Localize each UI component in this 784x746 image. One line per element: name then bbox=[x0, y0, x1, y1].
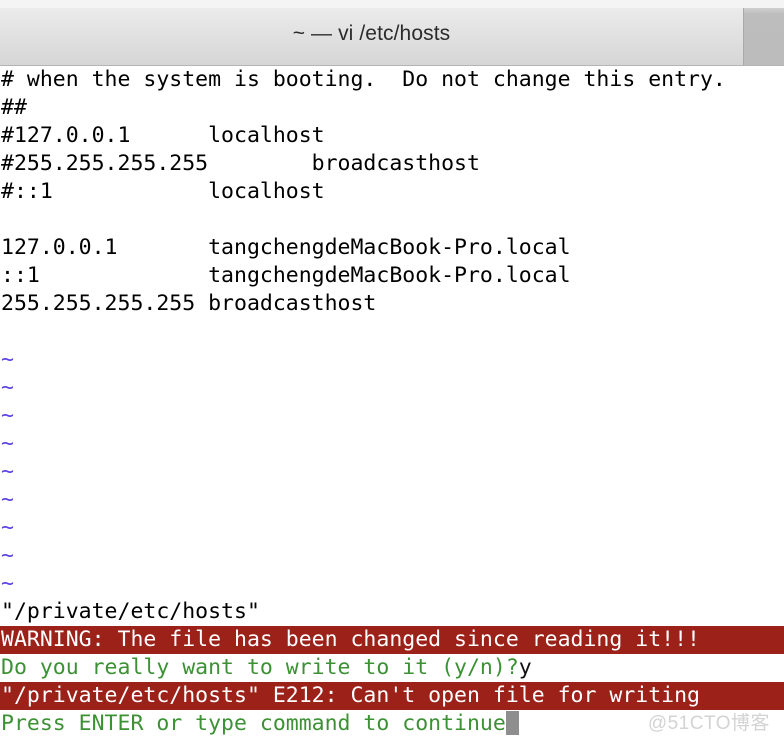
empty-line-marker: ~ bbox=[1, 487, 14, 512]
text-line: 127.0.0.1 tangchengdeMacBook-Pro.local bbox=[1, 235, 571, 260]
text-line: ::1 tangchengdeMacBook-Pro.local bbox=[1, 263, 571, 288]
text-line: # when the system is booting. Do not cha… bbox=[1, 67, 726, 92]
window-titlebar[interactable]: ~ — vi /etc/hosts bbox=[0, 0, 784, 66]
error-message: "/private/etc/hosts" E212: Can't open fi… bbox=[0, 682, 784, 710]
status-filename-line: "/private/etc/hosts" bbox=[1, 599, 260, 624]
empty-line-marker: ~ bbox=[1, 571, 14, 596]
empty-line-marker: ~ bbox=[1, 431, 14, 456]
warning-message: WARNING: The file has been changed since… bbox=[0, 626, 784, 654]
text-line: ## bbox=[1, 95, 27, 120]
text-cursor bbox=[505, 711, 519, 735]
text-line: #255.255.255.255 broadcasthost bbox=[1, 151, 480, 176]
text-line: #127.0.0.1 localhost bbox=[1, 123, 325, 148]
terminal-content[interactable]: # when the system is booting. Do not cha… bbox=[0, 66, 784, 746]
titlebar-background-pane[interactable] bbox=[743, 0, 784, 65]
confirm-prompt-text: Do you really want to write to it (y/n)? bbox=[1, 655, 519, 680]
typed-answer: y bbox=[518, 655, 532, 680]
empty-line-marker: ~ bbox=[1, 375, 14, 400]
empty-line-marker: ~ bbox=[1, 347, 14, 372]
confirm-prompt-line: Do you really want to write to it (y/n)?… bbox=[0, 654, 784, 682]
window-title: ~ — vi /etc/hosts bbox=[292, 22, 451, 45]
empty-line-marker: ~ bbox=[1, 515, 14, 540]
empty-line-marker: ~ bbox=[1, 543, 14, 568]
terminal-window: ~ — vi /etc/hosts # when the system is b… bbox=[0, 0, 784, 746]
empty-line-marker: ~ bbox=[1, 459, 14, 484]
text-line: 255.255.255.255 broadcasthost bbox=[1, 291, 377, 316]
empty-line-marker: ~ bbox=[1, 403, 14, 428]
continue-prompt-text: Press ENTER or type command to continue bbox=[1, 711, 506, 736]
continue-prompt-line: Press ENTER or type command to continue bbox=[0, 710, 784, 738]
window-bottom-edge bbox=[0, 742, 784, 746]
text-line: #::1 localhost bbox=[1, 179, 325, 204]
